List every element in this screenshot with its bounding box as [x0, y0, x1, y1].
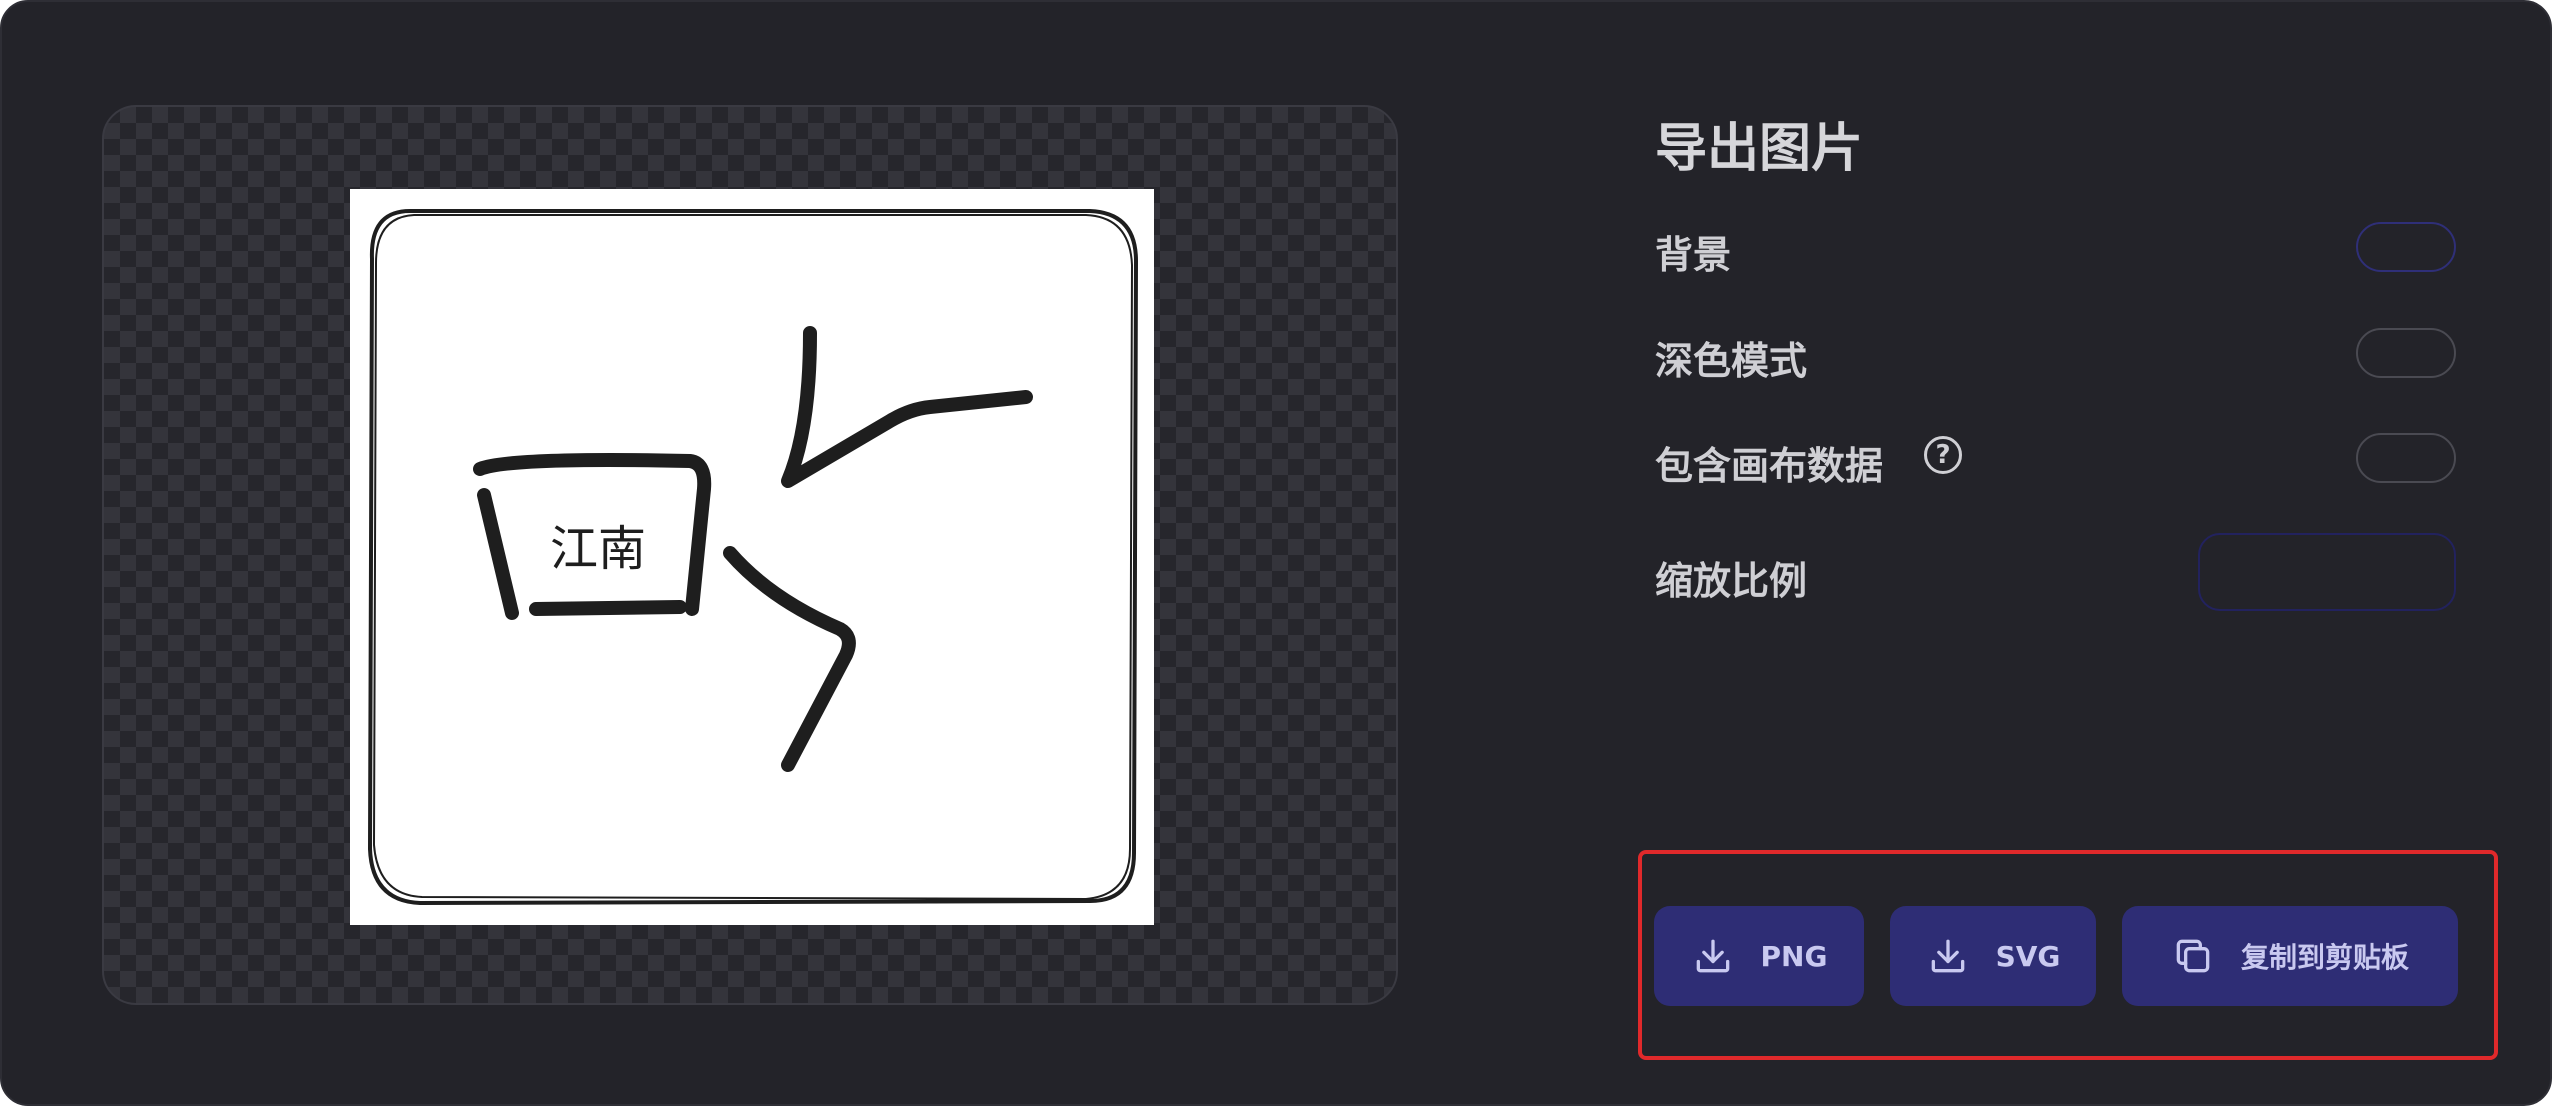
- copy-to-clipboard-label: 复制到剪贴板: [2240, 941, 2409, 974]
- scale-label: 缩放比例: [1655, 559, 1808, 603]
- copy-to-clipboard-button[interactable]: 复制到剪贴板: [2122, 906, 2458, 1006]
- scale-selector[interactable]: [2198, 533, 2456, 611]
- export-image-dialog: 江南 导出图片 背景 深色模式 包含画布数据 ? 缩放比例 PNG SVG 复制…: [0, 0, 2552, 1106]
- copy-icon: [2176, 939, 2210, 973]
- dialog-title: 导出图片: [1655, 119, 1864, 179]
- export-svg-label: SVG: [1995, 939, 2061, 973]
- export-png-button[interactable]: PNG: [1654, 906, 1864, 1006]
- download-icon: [1931, 939, 1964, 973]
- embed-scene-label: 包含画布数据: [1655, 444, 1884, 488]
- question-circle-icon[interactable]: ?: [1924, 436, 1962, 474]
- download-icon: [1696, 939, 1729, 973]
- sketch-drawing: [368, 209, 1138, 905]
- dark-mode-toggle[interactable]: [2356, 328, 2456, 378]
- background-toggle[interactable]: [2356, 222, 2456, 272]
- background-label: 背景: [1655, 233, 1732, 277]
- export-preview: 江南: [102, 105, 1398, 1005]
- export-png-label: PNG: [1760, 939, 1828, 973]
- embed-scene-toggle[interactable]: [2356, 433, 2456, 483]
- preview-image: 江南: [350, 189, 1154, 925]
- dark-mode-label: 深色模式: [1655, 339, 1808, 383]
- canvas-text: 江南: [550, 521, 647, 577]
- export-svg-button[interactable]: SVG: [1890, 906, 2096, 1006]
